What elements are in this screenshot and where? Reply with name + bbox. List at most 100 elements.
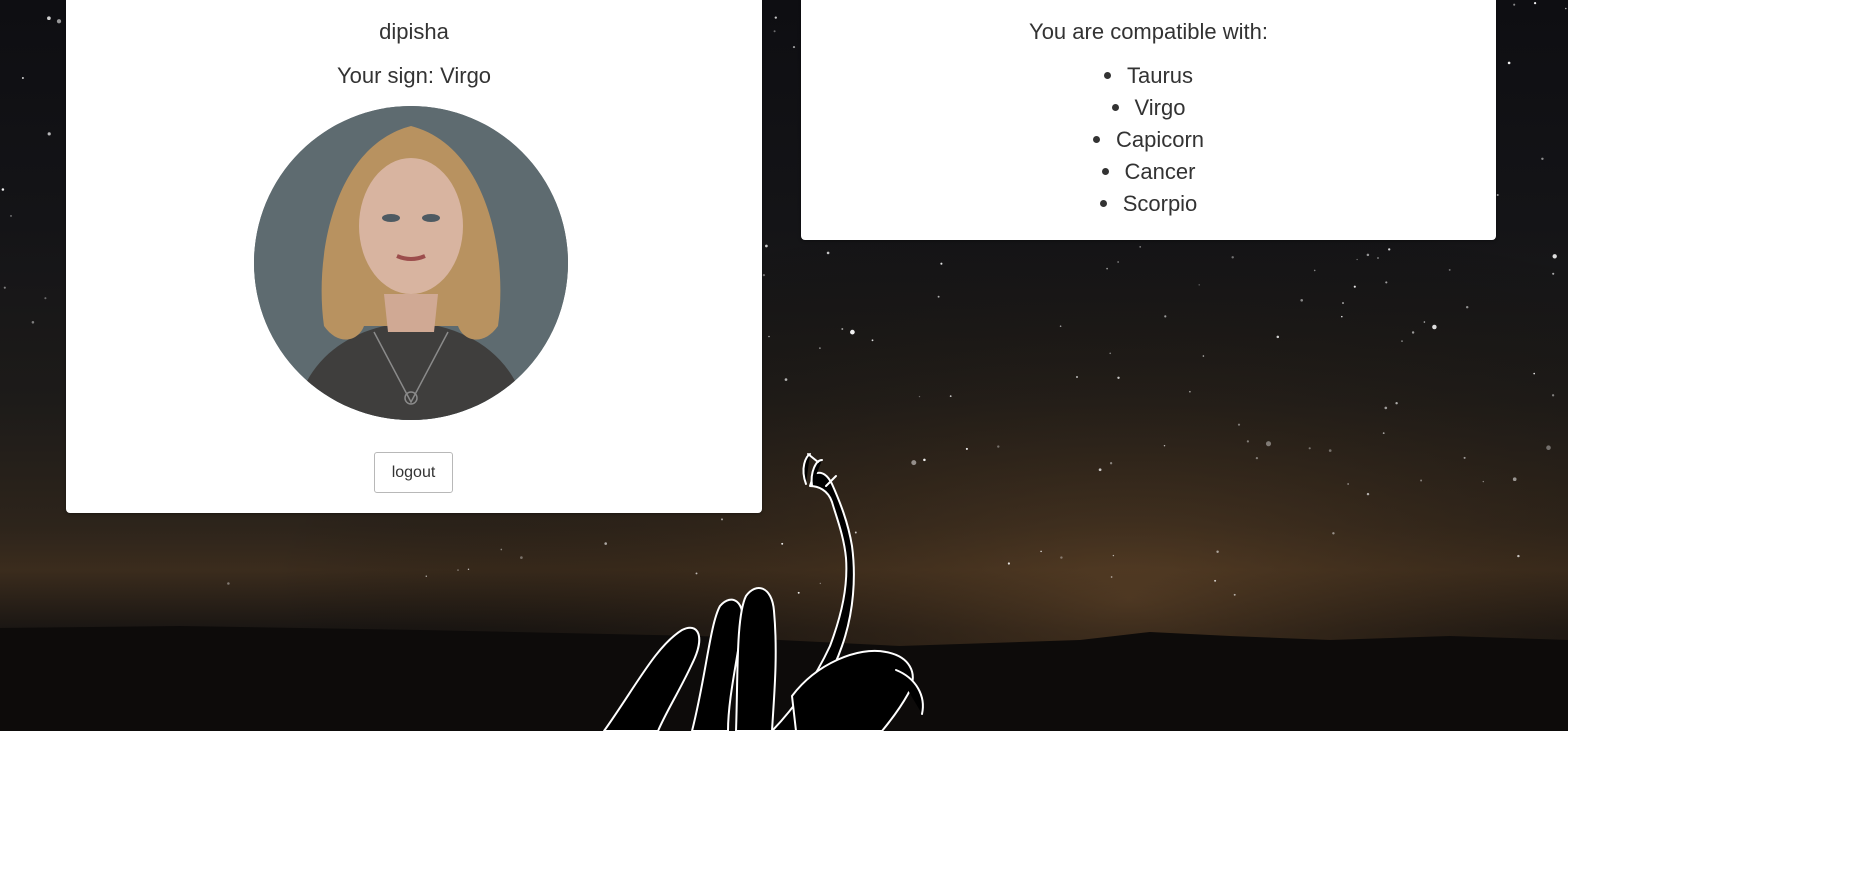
- star: [1276, 335, 1280, 339]
- star: [1246, 440, 1250, 443]
- star: [997, 445, 1000, 448]
- star: [1552, 272, 1555, 275]
- star: [1551, 394, 1555, 397]
- star: [937, 295, 940, 298]
- bullet-icon: [1101, 167, 1109, 175]
- star: [1420, 479, 1423, 482]
- star: [1448, 268, 1451, 271]
- star: [774, 16, 777, 19]
- star: [1377, 257, 1379, 259]
- star: [1007, 562, 1011, 565]
- star: [1366, 253, 1370, 257]
- star: [792, 46, 796, 49]
- star: [1, 188, 5, 191]
- star: [1465, 305, 1469, 309]
- star: [768, 335, 770, 338]
- compatibility-title: You are compatible with:: [1029, 19, 1268, 44]
- star: [765, 244, 768, 248]
- star: [1513, 3, 1516, 6]
- star: [1313, 269, 1316, 272]
- star: [10, 214, 12, 217]
- star: [1308, 447, 1311, 450]
- compatible-sign: Cancer: [1124, 159, 1196, 184]
- list-item: Taurus: [801, 60, 1496, 92]
- star: [1395, 402, 1398, 405]
- star: [1189, 390, 1191, 393]
- star: [1164, 315, 1167, 318]
- compatible-sign: Taurus: [1126, 63, 1194, 88]
- star: [47, 132, 51, 136]
- list-item: Virgo: [801, 92, 1496, 124]
- star: [1110, 576, 1113, 578]
- bullet-icon: [1103, 71, 1111, 79]
- star: [1231, 256, 1234, 259]
- star: [1117, 261, 1119, 263]
- star: [1060, 556, 1063, 559]
- star: [762, 274, 766, 277]
- star: [1109, 462, 1113, 465]
- list-item: Cancer: [801, 156, 1496, 188]
- star: [1552, 254, 1557, 259]
- star: [1341, 315, 1343, 318]
- star: [1163, 444, 1166, 447]
- star: [1512, 477, 1517, 482]
- star: [940, 262, 943, 265]
- star: [1328, 449, 1332, 452]
- star: [1356, 258, 1358, 261]
- star: [457, 569, 459, 571]
- star: [1300, 298, 1304, 302]
- star: [425, 575, 428, 578]
- viewport: dipisha Your sign: Virgo logout You are …: [0, 0, 1873, 874]
- page-background: dipisha Your sign: Virgo logout You are …: [0, 0, 1568, 731]
- star: [1432, 324, 1437, 330]
- star: [819, 347, 821, 349]
- bullet-icon: [1099, 199, 1107, 207]
- star: [1112, 554, 1115, 557]
- star: [227, 582, 230, 585]
- star: [1382, 432, 1385, 434]
- star: [871, 339, 874, 342]
- star: [1109, 352, 1112, 355]
- star: [500, 548, 503, 551]
- logout-button[interactable]: logout: [374, 452, 453, 493]
- compatible-sign: Capicorn: [1115, 127, 1205, 152]
- list-item: Scorpio: [801, 188, 1496, 220]
- star: [1237, 423, 1241, 426]
- star: [1546, 445, 1551, 450]
- star: [3, 286, 6, 289]
- star: [1117, 376, 1120, 380]
- star: [44, 297, 47, 300]
- star: [467, 568, 470, 571]
- star: [1098, 468, 1102, 472]
- star: [965, 447, 968, 450]
- star: [21, 77, 24, 79]
- star: [56, 19, 62, 24]
- star: [1533, 1, 1537, 5]
- star: [784, 378, 788, 381]
- star: [850, 329, 855, 335]
- star: [1214, 579, 1217, 582]
- star: [1565, 7, 1567, 10]
- star: [1202, 355, 1205, 357]
- star: [1265, 441, 1272, 447]
- star: [1388, 248, 1391, 251]
- star: [1385, 281, 1388, 284]
- compatibility-card: You are compatible with: Taurus Virgo Ca…: [801, 0, 1496, 240]
- star: [1342, 302, 1344, 304]
- list-item: Capicorn: [801, 124, 1496, 156]
- star: [1332, 532, 1335, 535]
- star: [1139, 246, 1142, 248]
- zodiac-sign: Your sign: Virgo: [336, 63, 492, 88]
- avatar-portrait-image: [254, 106, 568, 420]
- compatible-signs-list: Taurus Virgo Capicorn Cancer Scorpio: [801, 60, 1496, 220]
- star: [1482, 480, 1484, 483]
- star: [1423, 321, 1426, 323]
- star: [1507, 61, 1511, 65]
- star: [31, 321, 35, 324]
- star: [1255, 456, 1259, 460]
- bullet-icon: [1111, 103, 1119, 111]
- profile-card: dipisha Your sign: Virgo logout: [66, 0, 762, 513]
- star: [1216, 550, 1219, 553]
- star: [949, 395, 952, 397]
- username: dipisha: [379, 19, 449, 44]
